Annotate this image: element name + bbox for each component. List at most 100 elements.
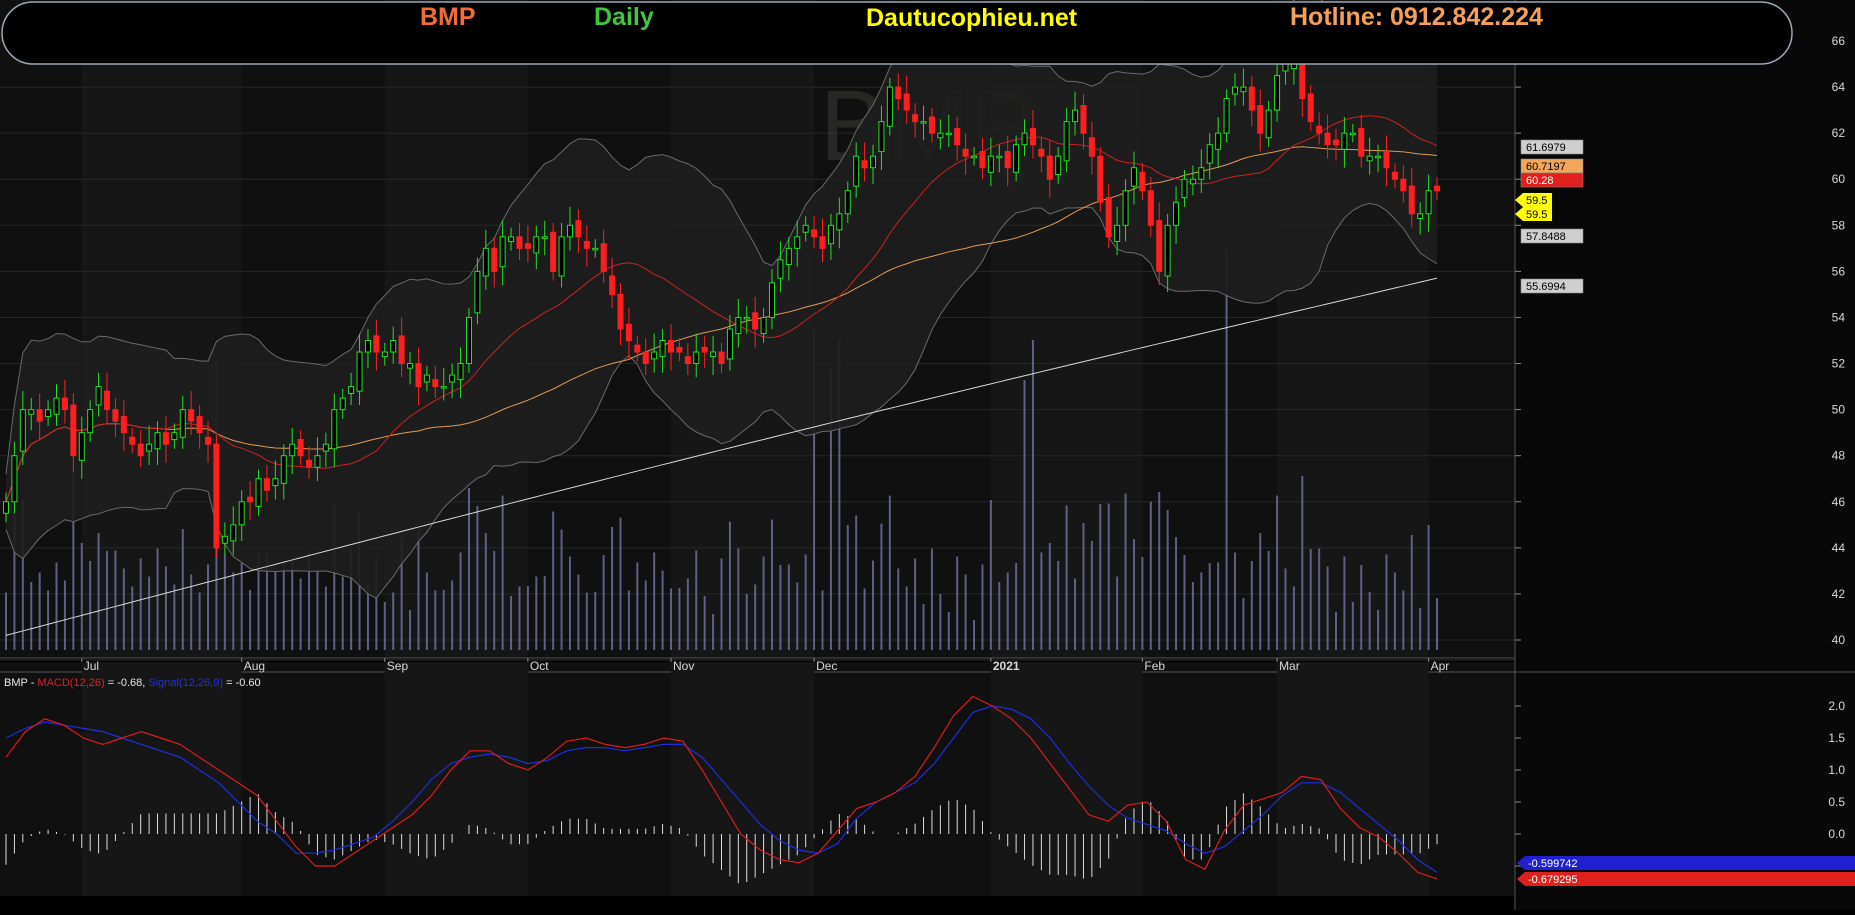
volume-bar bbox=[568, 556, 571, 650]
header-symbol: BMP bbox=[420, 3, 476, 31]
svg-text:-0.599742: -0.599742 bbox=[1528, 858, 1578, 870]
volume-bar bbox=[1116, 576, 1119, 650]
volume-bar bbox=[1292, 586, 1295, 650]
volume-bar bbox=[914, 558, 917, 650]
chart-window: BMP 66 64 62 60 58 56 54 52 50 48 46 44 42 40 61.6979… bbox=[0, 0, 1855, 910]
volume-bar bbox=[1006, 572, 1009, 650]
candle-down bbox=[1324, 132, 1331, 146]
candle-down bbox=[1307, 93, 1314, 123]
date-tick-label: Apr bbox=[1431, 659, 1450, 673]
candle-up bbox=[3, 501, 9, 514]
volume-bar bbox=[232, 572, 235, 650]
price-tag: 57.8488 bbox=[1520, 228, 1584, 244]
volume-bar bbox=[501, 495, 504, 650]
candle-up bbox=[827, 224, 834, 245]
candle-up bbox=[45, 409, 52, 418]
candle-up bbox=[886, 86, 893, 127]
candle-down bbox=[1029, 128, 1036, 146]
candle-down bbox=[162, 432, 169, 445]
candle-up bbox=[1072, 109, 1079, 123]
candle-down bbox=[895, 86, 902, 100]
volume-bar bbox=[1132, 539, 1135, 650]
volume-bar bbox=[5, 592, 7, 650]
candle-up bbox=[659, 340, 666, 358]
candle-up bbox=[651, 351, 658, 360]
candle-down bbox=[1383, 151, 1390, 169]
candle-up bbox=[1206, 144, 1213, 164]
macd-legend-sep: - bbox=[28, 677, 38, 689]
candle-up bbox=[1055, 155, 1062, 176]
volume-bar bbox=[1242, 598, 1245, 650]
volume-bar bbox=[122, 568, 125, 650]
volume-bar bbox=[47, 590, 50, 650]
candle-up bbox=[221, 535, 228, 544]
volume-bar bbox=[1225, 250, 1228, 650]
candle-up bbox=[987, 155, 994, 173]
candle-up bbox=[19, 409, 26, 452]
candle-up bbox=[1349, 132, 1356, 136]
candle-down bbox=[625, 323, 632, 341]
candle-down bbox=[600, 243, 607, 272]
candle-down bbox=[634, 344, 641, 353]
volume-bar bbox=[1099, 504, 1102, 650]
candle-up bbox=[1198, 167, 1205, 180]
candle-down bbox=[373, 335, 380, 353]
volume-bar bbox=[291, 560, 294, 650]
volume-bar bbox=[872, 560, 875, 650]
volume-bar bbox=[164, 566, 167, 650]
candle-down bbox=[70, 404, 77, 457]
price-tick-label: 40 bbox=[1832, 633, 1846, 647]
volume-bar bbox=[1217, 562, 1220, 650]
price-tick-label: 60 bbox=[1832, 172, 1846, 186]
candle-down bbox=[1248, 86, 1255, 111]
candle-down bbox=[617, 293, 624, 330]
svg-text:59.5: 59.5 bbox=[1526, 195, 1547, 207]
candle-up bbox=[78, 432, 85, 461]
candle-down bbox=[137, 443, 144, 457]
volume-bar bbox=[905, 586, 908, 650]
candle-up bbox=[1164, 224, 1171, 277]
volume-bar bbox=[939, 594, 942, 650]
volume-bar bbox=[1427, 525, 1430, 650]
volume-bar bbox=[922, 604, 925, 650]
candle-down bbox=[129, 436, 136, 445]
volume-bar bbox=[1191, 582, 1194, 650]
candle-up bbox=[230, 524, 237, 542]
volume-bar bbox=[417, 527, 420, 650]
candle-up bbox=[726, 328, 733, 360]
candle-up bbox=[802, 224, 809, 233]
candle-up bbox=[146, 443, 153, 452]
candle-up bbox=[171, 432, 178, 441]
volume-bar bbox=[434, 590, 437, 650]
macd-legend-macd-name: MACD(12,26) bbox=[37, 677, 104, 689]
date-tick-label: Sep bbox=[387, 659, 409, 673]
volume-bar bbox=[89, 561, 92, 650]
candle-down bbox=[188, 409, 195, 422]
candle-up bbox=[407, 363, 414, 369]
candle-down bbox=[263, 478, 270, 491]
date-tick-label: Oct bbox=[530, 659, 549, 673]
candle-up bbox=[28, 409, 35, 415]
candle-down bbox=[247, 496, 254, 503]
date-tick-label: Nov bbox=[673, 659, 694, 673]
candle-up bbox=[179, 409, 186, 438]
date-tick-label: 2021 bbox=[993, 659, 1020, 673]
volume-bar bbox=[1259, 533, 1262, 650]
candle-up bbox=[844, 190, 851, 215]
volume-bar bbox=[1166, 510, 1169, 650]
volume-bar bbox=[316, 568, 319, 650]
candle-down bbox=[1358, 128, 1365, 157]
volume-bar bbox=[1368, 592, 1371, 650]
volume-bar bbox=[442, 590, 445, 650]
volume-bar bbox=[796, 582, 799, 650]
candle-down bbox=[701, 346, 708, 353]
candle-up bbox=[482, 247, 489, 277]
candle-up bbox=[53, 397, 60, 415]
candle-up bbox=[280, 455, 287, 484]
volume-bar bbox=[139, 558, 142, 650]
date-tick-label: Feb bbox=[1144, 659, 1165, 673]
candle-down bbox=[1156, 220, 1163, 272]
volume-bar bbox=[695, 550, 698, 650]
volume-bar bbox=[821, 590, 824, 650]
volume-bar bbox=[1402, 590, 1405, 650]
